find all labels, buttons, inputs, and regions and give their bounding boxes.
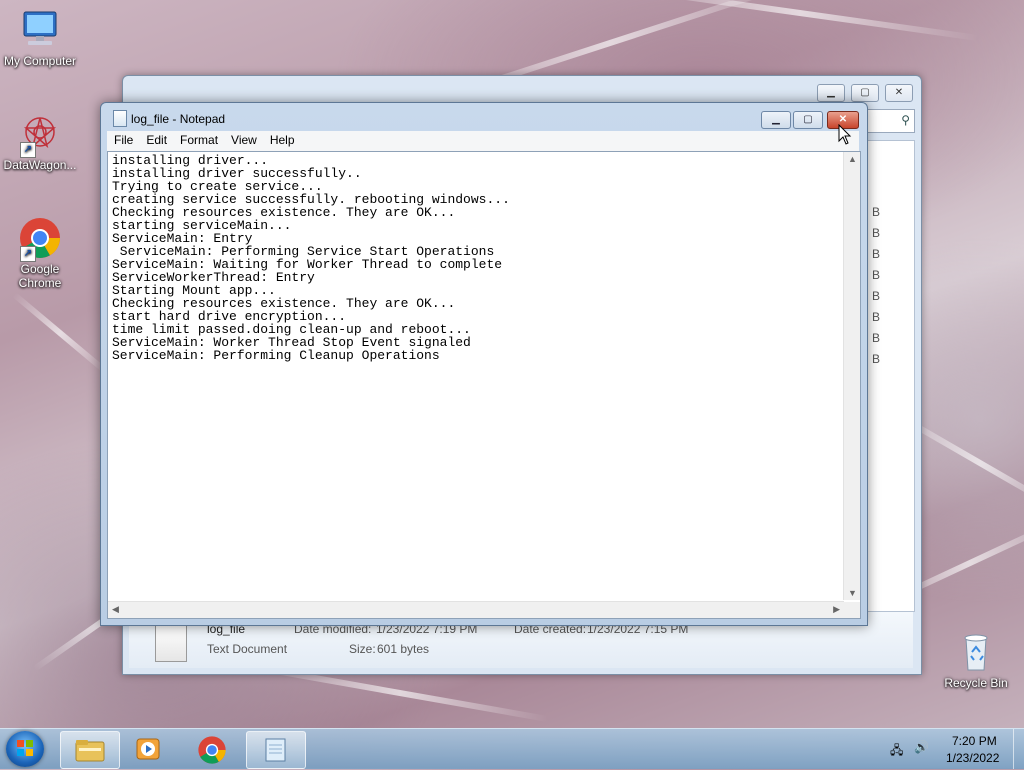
list-item-size: B bbox=[872, 331, 881, 345]
menu-file[interactable]: File bbox=[107, 131, 139, 147]
explorer-close-button[interactable]: ✕ bbox=[885, 84, 913, 102]
scroll-right-icon[interactable]: ▶ bbox=[833, 604, 840, 615]
scroll-down-icon[interactable]: ▼ bbox=[848, 588, 857, 598]
search-input[interactable]: ⚲ bbox=[861, 109, 915, 133]
explorer-maximize-button[interactable]: ▢ bbox=[851, 84, 879, 102]
shortcut-arrow-icon: ↗ bbox=[20, 142, 36, 158]
mouse-cursor-icon bbox=[838, 124, 852, 145]
details-file-type: Text Document bbox=[207, 642, 288, 656]
desktop-icon-recycle-bin[interactable]: Recycle Bin bbox=[936, 630, 1016, 690]
network-icon[interactable]: 🖧 bbox=[890, 741, 903, 762]
list-item-size: B bbox=[872, 352, 881, 366]
desktop-icon-google-chrome[interactable]: ↗ Google Chrome bbox=[0, 216, 80, 290]
taskbar-notepad[interactable] bbox=[246, 731, 306, 769]
wallpaper-streak bbox=[12, 292, 108, 374]
desktop-icon-label: DataWagon... bbox=[3, 158, 77, 172]
media-player-icon bbox=[136, 738, 160, 760]
notepad-icon bbox=[265, 738, 286, 762]
menu-format[interactable]: Format bbox=[173, 131, 224, 147]
datawagon-icon: ↗ bbox=[18, 112, 62, 158]
shortcut-arrow-icon: ↗ bbox=[20, 246, 36, 262]
list-item-size: B bbox=[872, 289, 881, 303]
menu-edit[interactable]: Edit bbox=[139, 131, 173, 147]
search-icon: ⚲ bbox=[901, 113, 910, 127]
start-button[interactable] bbox=[6, 731, 44, 767]
taskbar-explorer[interactable] bbox=[60, 731, 120, 769]
menu-bar: File Edit Format View Help bbox=[107, 131, 859, 151]
list-item-size: B bbox=[872, 226, 881, 240]
list-item-size: B bbox=[872, 247, 881, 261]
scroll-left-icon[interactable]: ◀ bbox=[112, 604, 119, 615]
volume-icon[interactable]: 🔊 bbox=[914, 740, 929, 754]
text-line: ServiceMain: Performing Cleanup Operatio… bbox=[112, 348, 440, 363]
recycle-bin-icon bbox=[954, 630, 998, 674]
size-value: 601 bytes bbox=[377, 642, 430, 656]
window-title: log_file - Notepad bbox=[131, 112, 226, 126]
desktop-icon-label: My Computer bbox=[3, 54, 77, 68]
chrome-icon: ↗ bbox=[18, 216, 62, 262]
notepad-window[interactable]: log_file - Notepad ▁ ▢ ✕ File Edit Format V… bbox=[100, 102, 868, 626]
taskbar: 🖧 🔊 7:20 PM 1/23/2022 bbox=[0, 728, 1024, 769]
notepad-icon bbox=[113, 110, 127, 127]
vertical-scrollbar[interactable]: ▲ ▼ bbox=[843, 152, 860, 600]
taskbar-media-player[interactable] bbox=[120, 731, 178, 767]
show-desktop-button[interactable] bbox=[1013, 729, 1024, 769]
list-item-size: B bbox=[872, 268, 881, 282]
horizontal-scrollbar[interactable]: ◀ ▶ bbox=[108, 601, 844, 618]
resize-grip-icon[interactable] bbox=[844, 602, 860, 618]
desktop-icon-datawagon[interactable]: ↗ DataWagon... bbox=[0, 112, 80, 172]
text-editor[interactable]: installing driver... installing driver s… bbox=[107, 151, 861, 619]
list-item-size: B bbox=[872, 205, 881, 219]
folder-icon bbox=[75, 740, 105, 762]
computer-icon bbox=[18, 8, 62, 52]
taskbar-chrome[interactable] bbox=[183, 731, 241, 767]
clock-time[interactable]: 7:20 PM bbox=[952, 734, 997, 748]
menu-view[interactable]: View bbox=[224, 131, 263, 147]
desktop-icon-label: Recycle Bin bbox=[944, 676, 1008, 690]
minimize-button[interactable]: ▁ bbox=[761, 111, 791, 129]
windows-logo-icon bbox=[17, 740, 33, 756]
scroll-up-icon[interactable]: ▲ bbox=[848, 154, 857, 164]
maximize-button[interactable]: ▢ bbox=[793, 111, 823, 129]
desktop-icon-my-computer[interactable]: My Computer bbox=[0, 8, 80, 68]
chrome-icon bbox=[198, 736, 226, 764]
desktop-icon-label: Google Chrome bbox=[18, 262, 62, 290]
text-document-icon bbox=[155, 624, 187, 662]
menu-help[interactable]: Help bbox=[263, 131, 301, 147]
log-text[interactable]: installing driver... installing driver s… bbox=[112, 154, 510, 362]
list-item-size: B bbox=[872, 310, 881, 324]
clock-date[interactable]: 1/23/2022 bbox=[946, 751, 999, 765]
explorer-minimize-button[interactable]: ▁ bbox=[817, 84, 845, 102]
size-label: Size: bbox=[349, 642, 376, 656]
